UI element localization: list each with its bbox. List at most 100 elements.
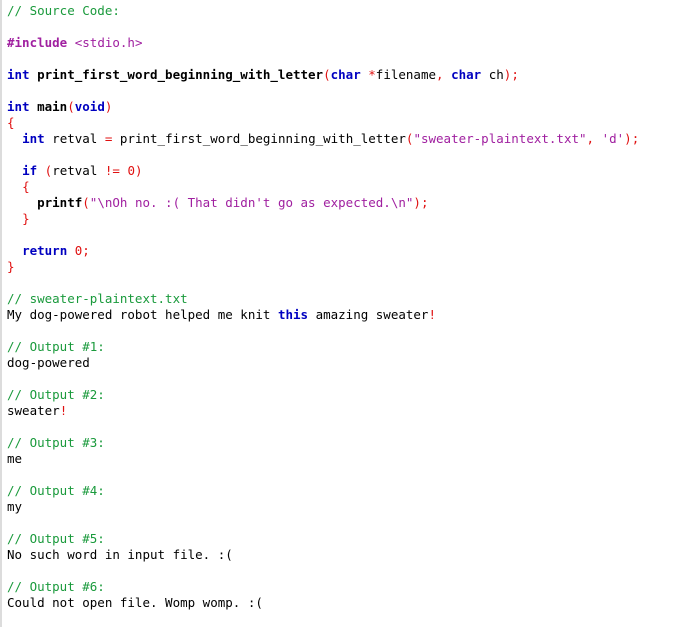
code-token-number: 0 [127, 163, 135, 178]
code-token-comment: // Output #5: [7, 531, 105, 546]
code-line: if (retval != 0) [7, 163, 691, 179]
code-token-string: "sweater-plaintext.txt" [413, 131, 587, 146]
code-token-keyword: char [330, 67, 361, 82]
code-token-string: 'd' [601, 131, 625, 146]
code-token-plain: Could not open file. Womp womp. :( [7, 595, 263, 610]
code-line: { [7, 179, 691, 195]
code-token-comment: // Output #2: [7, 387, 105, 402]
code-line: } [7, 211, 691, 227]
code-token-string: "\nOh no. :( That didn't go as expected.… [89, 195, 414, 210]
code-token-punct: } [7, 259, 15, 274]
code-token-func: printf [37, 195, 83, 210]
code-line: // Output #4: [7, 483, 691, 499]
code-token-header: <stdio.h> [74, 35, 143, 50]
code-token-punct: ( [323, 67, 331, 82]
code-token-plain: sweater [7, 403, 60, 418]
code-line: my [7, 499, 691, 515]
code-listing[interactable]: // Source Code: #include <stdio.h> int p… [0, 0, 691, 627]
code-token-keyword: int [7, 99, 30, 114]
code-token-plain: dog-powered [7, 355, 90, 370]
code-token-keyword: void [74, 99, 105, 114]
code-line: dog-powered [7, 355, 691, 371]
code-token-plain: No such word in input file. :( [7, 547, 233, 562]
code-line: No such word in input file. :( [7, 547, 691, 563]
code-token-comment: // Output #4: [7, 483, 105, 498]
code-token-func: print_first_word_beginning_with_letter [37, 67, 324, 82]
code-token-punct: } [22, 211, 30, 226]
code-token-comment: // sweater-plaintext.txt [7, 291, 188, 306]
code-token-plain: filename [375, 67, 437, 82]
code-line: sweater! [7, 403, 691, 419]
code-token-punct: ) [104, 99, 113, 114]
code-token-punct: ) [413, 195, 421, 210]
code-line: My dog-powered robot helped me knit this… [7, 307, 691, 323]
code-token-punct: ( [67, 99, 75, 114]
code-token-punct: ! [59, 403, 68, 418]
code-token-punct: ; [511, 67, 519, 82]
code-token-punct: , [586, 131, 595, 146]
code-line: printf("\nOh no. :( That didn't go as ex… [7, 195, 691, 211]
code-token-plain: retval [52, 131, 98, 146]
code-line: // Output #1: [7, 339, 691, 355]
code-line: int main(void) [7, 99, 691, 115]
code-token-plain: My dog-powered robot helped me knit [7, 307, 278, 322]
code-token-plain: amazing sweater [308, 307, 429, 322]
code-token-punct: ) [135, 163, 143, 178]
code-token-keyword: return [22, 243, 68, 258]
code-line: // Output #3: [7, 435, 691, 451]
code-line: Could not open file. Womp womp. :( [7, 595, 691, 611]
code-token-punct: ; [631, 131, 640, 146]
code-token-keyword: int [22, 131, 45, 146]
code-token-plain: me [7, 451, 23, 466]
code-line: int print_first_word_beginning_with_lett… [7, 67, 691, 83]
code-token-punct: { [7, 115, 15, 130]
code-token-punct: , [436, 67, 444, 82]
code-line: // sweater-plaintext.txt [7, 291, 691, 307]
code-token-punct: ) [624, 131, 632, 146]
code-line: // Output #5: [7, 531, 691, 547]
code-token-comment: // Source Code: [7, 3, 120, 18]
code-token-func: main [37, 99, 68, 114]
code-token-keyword: this [277, 307, 309, 322]
code-token-comment: // Output #1: [7, 339, 105, 354]
code-token-plain: my [7, 499, 23, 514]
code-line: return 0; [7, 243, 691, 259]
code-line: int retval = print_first_word_beginning_… [7, 131, 691, 147]
code-token-punct: ; [82, 243, 90, 258]
code-token-preproc: #include [7, 35, 68, 50]
code-line: #include <stdio.h> [7, 35, 691, 51]
code-line: // Source Code: [7, 3, 691, 19]
code-token-punct: ( [82, 195, 90, 210]
code-token-keyword: char [451, 67, 482, 82]
code-token-keyword: if [22, 163, 38, 178]
code-token-call: print_first_word_beginning_with_letter [119, 131, 406, 146]
code-line: { [7, 115, 691, 131]
code-token-plain: retval [52, 163, 98, 178]
